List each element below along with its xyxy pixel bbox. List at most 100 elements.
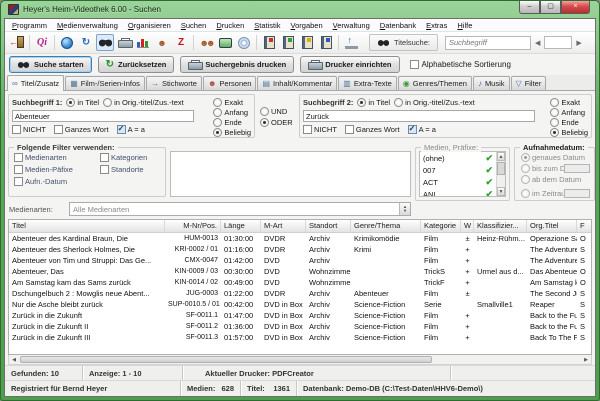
alphabetical-sort-checkbox[interactable]: Alphabetische Sortierung xyxy=(410,60,511,69)
web-globe-icon[interactable] xyxy=(58,34,76,51)
radio-anfang[interactable]: Anfang xyxy=(550,107,588,117)
ganzes-wort-checkbox[interactable]: Ganzes Wort xyxy=(345,125,400,134)
wizard-z-icon[interactable]: Z xyxy=(172,34,190,51)
col-mnr[interactable]: M-Nr/Pos. xyxy=(165,220,221,232)
col-standort[interactable]: Standort xyxy=(306,220,351,232)
radio-ende[interactable]: Ende xyxy=(550,117,588,127)
minimize-button[interactable]: – xyxy=(519,1,540,14)
statistics-chart-icon[interactable] xyxy=(134,34,152,51)
titlebar[interactable]: Heyer's Heim-Videothek 6.00 - Suchen – ▢… xyxy=(4,1,596,18)
reset-button[interactable]: ↻ Zurücksetzen xyxy=(98,56,175,73)
export-icon[interactable]: ↑ xyxy=(342,34,360,51)
person-stats-icon[interactable]: ☻ xyxy=(153,34,171,51)
col-klassifizierung[interactable]: Klassifizier... xyxy=(474,220,527,232)
tv-icon[interactable] xyxy=(216,34,234,51)
case-insensitive-checkbox[interactable]: A = a xyxy=(117,125,145,134)
quickinfo-icon[interactable]: Qi xyxy=(33,34,51,51)
menu-item[interactable]: Hilfe xyxy=(452,20,477,31)
media-book-edit-icon[interactable] xyxy=(298,34,316,51)
tab[interactable]: ▥ Extra-Texte xyxy=(338,76,397,90)
radio-in-origtitel[interactable]: in Orig.-titel/Zus.-text xyxy=(103,98,184,107)
print-results-button[interactable]: Suchergebnis drucken xyxy=(180,56,294,73)
menu-item[interactable]: Extras xyxy=(421,20,452,31)
maximize-button[interactable]: ▢ xyxy=(540,1,561,14)
kategorien-list[interactable] xyxy=(170,151,411,197)
col-laenge[interactable]: Länge xyxy=(221,220,261,232)
radio-anfang[interactable]: Anfang xyxy=(213,107,251,117)
table-row[interactable]: Zurück in die Zukunft III SF-0011.3 01:5… xyxy=(9,332,591,343)
radio-beliebig[interactable]: Beliebig xyxy=(213,127,251,137)
suchbegriff1-input[interactable] xyxy=(12,110,194,122)
table-row[interactable]: Nur die Asche bleibt zurück SUP-0010.5 /… xyxy=(9,299,591,310)
col-kategorie[interactable]: Kategorie xyxy=(421,220,461,232)
printer-setup-button[interactable]: Drucker einrichten xyxy=(300,56,399,73)
cd-icon[interactable] xyxy=(235,34,253,51)
col-titel[interactable]: Titel xyxy=(9,220,165,232)
media-book-icon[interactable] xyxy=(260,34,278,51)
media-book-save-icon[interactable] xyxy=(317,34,335,51)
group-icon[interactable]: ☻☻ xyxy=(197,34,215,51)
menu-item[interactable]: Verwaltung xyxy=(328,20,375,31)
filter-checkbox[interactable]: Standorte xyxy=(100,165,162,174)
exit-icon[interactable]: ← xyxy=(8,34,26,51)
menu-item[interactable]: Organisieren xyxy=(123,20,176,31)
menu-item[interactable]: Suchen xyxy=(176,20,211,31)
radio-exakt[interactable]: Exakt xyxy=(213,97,251,107)
case-insensitive-checkbox[interactable]: A = a xyxy=(408,125,436,134)
date-input[interactable] xyxy=(564,189,590,198)
ganzes-wort-checkbox[interactable]: Ganzes Wort xyxy=(54,125,109,134)
refresh-icon[interactable]: ↻ xyxy=(77,34,95,51)
menu-item[interactable]: Medienverwaltung xyxy=(52,20,123,31)
col-mart[interactable]: M-Art xyxy=(261,220,306,232)
table-row[interactable]: Dschungelbuch 2 : Mowglis neue Abent... … xyxy=(9,288,591,299)
table-row[interactable]: Am Samstag kam das Sams zurück KIN-0014 … xyxy=(9,277,591,288)
combo-spinner[interactable]: ▲▼ xyxy=(399,203,410,215)
scroll-right-icon[interactable]: ▶ xyxy=(581,356,591,364)
quick-search-input[interactable] xyxy=(445,36,531,50)
scroll-left-icon[interactable]: ◀ xyxy=(9,356,19,364)
radio-im-zeitraum[interactable]: im Zeitraum (bis:) xyxy=(521,188,590,199)
tab[interactable]: ▽ Filter xyxy=(511,76,547,90)
nicht-checkbox[interactable]: NICHT xyxy=(12,125,46,134)
praefix-item[interactable]: ACT ✔ xyxy=(420,176,496,188)
scroll-down-icon[interactable]: ▼ xyxy=(497,187,505,196)
scroll-thumb[interactable] xyxy=(20,356,432,363)
result-count-box[interactable] xyxy=(544,36,572,49)
menu-item[interactable]: Vorgaben xyxy=(286,20,328,31)
radio-in-origtitel[interactable]: in Orig.-titel/Zus.-text xyxy=(394,98,475,107)
table-row[interactable]: Abenteuer des Kardinal Braun, Die HUM-00… xyxy=(9,233,591,244)
table-row[interactable]: Abenteuer des Sherlock Holmes, Die KRI-0… xyxy=(9,244,591,255)
vertical-scrollbar[interactable]: ▲ ▼ xyxy=(496,152,505,196)
tab[interactable]: ◉ Genres/Themen xyxy=(398,76,472,90)
media-book-add-icon[interactable] xyxy=(279,34,297,51)
tab[interactable]: ▤ Inhalt/Kommentar xyxy=(257,76,337,90)
col-w[interactable]: W xyxy=(461,220,474,232)
suchbegriff2-input[interactable] xyxy=(303,110,535,122)
close-button[interactable]: × xyxy=(561,1,590,14)
table-row[interactable]: Zurück in die Zukunft II SF-0011.2 01:36… xyxy=(9,321,591,332)
medienarten-combobox[interactable]: Alle Medienarten ▲▼ xyxy=(69,202,411,216)
radio-ende[interactable]: Ende xyxy=(213,117,251,127)
praefix-item[interactable]: (ohne) ✔ xyxy=(420,152,496,164)
scroll-up-icon[interactable]: ▲ xyxy=(497,152,505,161)
menu-item[interactable]: Drucken xyxy=(211,20,249,31)
tab[interactable]: ☻ Personen xyxy=(203,76,257,90)
radio-beliebig[interactable]: Beliebig xyxy=(550,127,588,137)
radio-und[interactable]: UND xyxy=(260,107,297,116)
next-result-icon[interactable]: ▶ xyxy=(573,39,584,47)
printer-icon[interactable] xyxy=(115,34,133,51)
praefix-item[interactable]: ANI ✔ xyxy=(420,188,496,196)
radio-genaues-datum[interactable]: genaues Datum xyxy=(521,152,590,163)
radio-oder[interactable]: ODER xyxy=(260,118,297,127)
search-binoculars-icon[interactable] xyxy=(96,34,114,51)
filter-checkbox[interactable]: Kategorien xyxy=(100,153,162,162)
horizontal-scrollbar[interactable]: ◀ ▶ xyxy=(8,355,592,365)
tab[interactable]: ♪ Musik xyxy=(473,76,510,90)
prev-result-icon[interactable]: ◀ xyxy=(532,39,543,47)
tab[interactable]: ∞ Titel/Zusatz xyxy=(7,75,64,91)
titelsuche-button[interactable]: Titelsuche: xyxy=(369,34,438,51)
filter-checkbox[interactable]: Medien-Päfixe xyxy=(14,165,100,174)
start-search-button[interactable]: Suche starten xyxy=(9,56,92,73)
radio-bis-zum-datum[interactable]: bis zum Datum xyxy=(521,163,590,174)
col-genre[interactable]: Genre/Thema xyxy=(351,220,421,232)
